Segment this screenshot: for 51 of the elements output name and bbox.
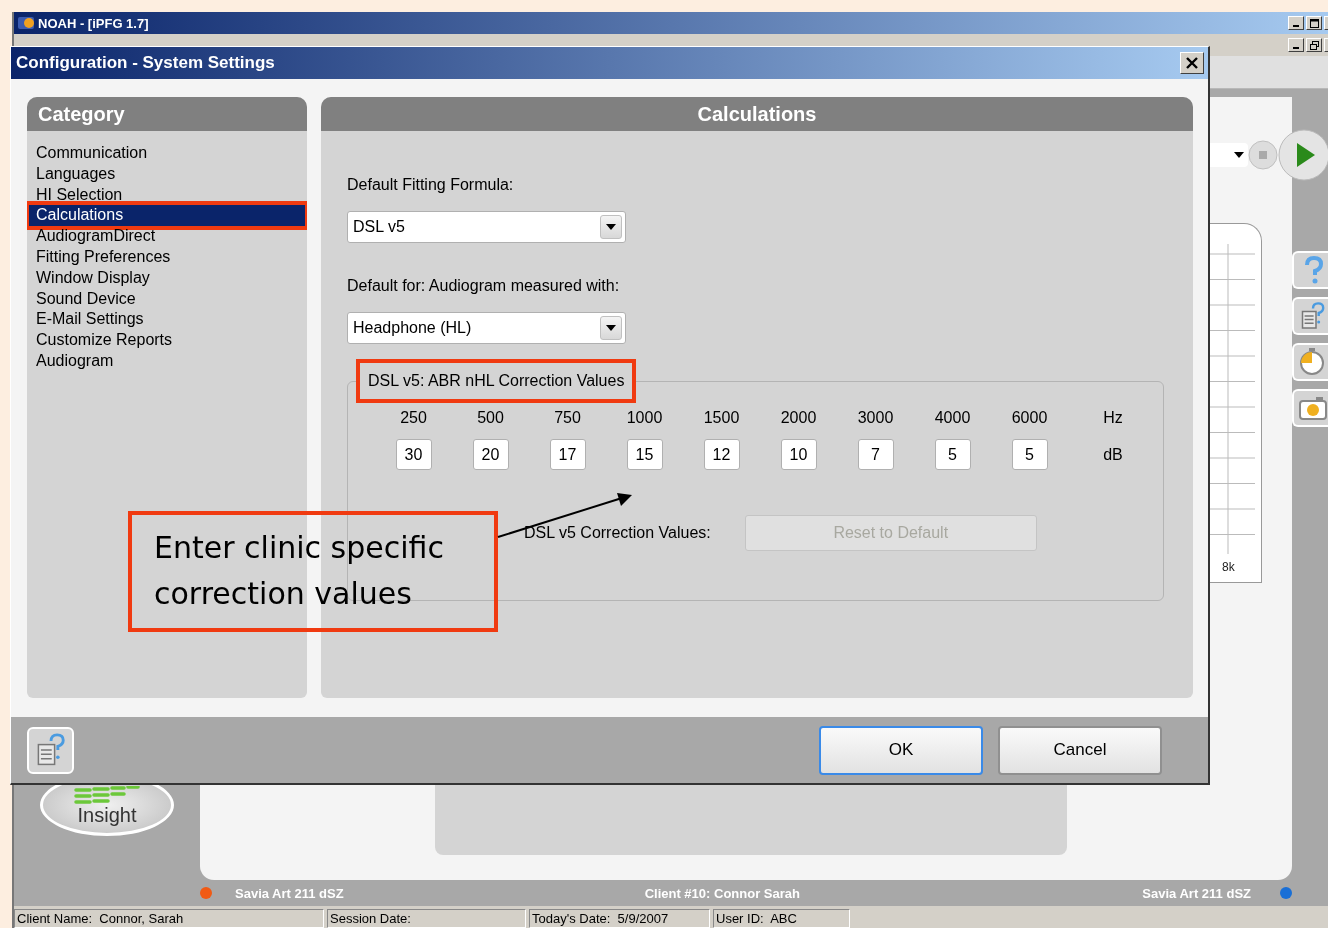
status-field: Client Name: Connor, Sarah bbox=[14, 909, 324, 928]
field-label: Default Fitting Formula: bbox=[347, 176, 514, 194]
value-field[interactable]: 10 bbox=[780, 439, 817, 470]
dialog-title: Configuration - System Settings bbox=[16, 53, 276, 73]
value-field[interactable]: 12 bbox=[703, 439, 740, 470]
device-label: Savia Art 211 dSZ bbox=[1142, 885, 1251, 901]
value-field[interactable]: 5 bbox=[1011, 439, 1048, 470]
category-item[interactable]: Audiogram bbox=[29, 350, 305, 372]
status-field: User ID: ABC bbox=[713, 909, 850, 928]
value-field[interactable]: 30 bbox=[395, 439, 432, 470]
dropdown[interactable]: DSL v5 bbox=[347, 211, 626, 243]
category-item[interactable]: Fitting Preferences bbox=[29, 247, 305, 268]
unit-label: Hz bbox=[1103, 409, 1123, 427]
category-item[interactable]: Communication bbox=[29, 143, 305, 164]
group-title: DSL v5: ABR nHL Correction Values bbox=[356, 359, 637, 403]
panel-heading: Calculations bbox=[321, 97, 1193, 131]
category-item[interactable]: Sound Device bbox=[29, 288, 305, 310]
client-label: Client #10: Connor Sarah bbox=[644, 885, 800, 901]
frequency-label: 3000 bbox=[857, 409, 894, 427]
callout-note: Enter clinic specific correction values bbox=[128, 511, 498, 632]
category-item[interactable]: AudiogramDirect bbox=[29, 226, 305, 247]
value-field[interactable]: 17 bbox=[549, 439, 586, 470]
status-field: Session Date: bbox=[327, 909, 526, 928]
dropdown[interactable]: Headphone (HL) bbox=[347, 312, 626, 344]
frequency-label: 750 bbox=[554, 409, 581, 427]
axis-label: 8k bbox=[1222, 560, 1236, 574]
category-item[interactable]: Customize Reports bbox=[29, 330, 305, 351]
frequency-label: 500 bbox=[477, 409, 504, 427]
frequency-label: 250 bbox=[400, 409, 427, 427]
frequency-label: 1000 bbox=[626, 409, 663, 427]
value-field[interactable]: 5 bbox=[934, 439, 971, 470]
value-field[interactable]: 20 bbox=[472, 439, 509, 470]
field-label: Default for: Audiogram measured with: bbox=[347, 277, 620, 295]
frequency-label: 4000 bbox=[934, 409, 971, 427]
frequency-label: 2000 bbox=[780, 409, 817, 427]
cancel-button[interactable]: Cancel bbox=[998, 725, 1162, 775]
frequency-label: 6000 bbox=[1011, 409, 1048, 427]
frequency-label: 1500 bbox=[703, 409, 740, 427]
ok-button[interactable]: OK bbox=[819, 725, 983, 775]
category-item[interactable]: Languages bbox=[29, 163, 305, 185]
panel-heading: Category bbox=[27, 97, 307, 131]
category-item[interactable]: E-Mail Settings bbox=[29, 309, 305, 331]
category-item[interactable]: HI Selection bbox=[29, 184, 305, 206]
value-field[interactable]: 15 bbox=[626, 439, 663, 470]
value-field[interactable]: 7 bbox=[857, 439, 894, 470]
window-title: NOAH - [iPFG 1.7] bbox=[38, 15, 150, 31]
field-label: DSL v5 Correction Values: bbox=[524, 524, 711, 542]
unit-label: dB bbox=[1103, 445, 1123, 464]
status-field: Today's Date: 5/9/2007 bbox=[529, 909, 710, 928]
category-item[interactable]: Window Display bbox=[29, 267, 305, 289]
device-label: Savia Art 211 dSZ bbox=[235, 885, 344, 901]
